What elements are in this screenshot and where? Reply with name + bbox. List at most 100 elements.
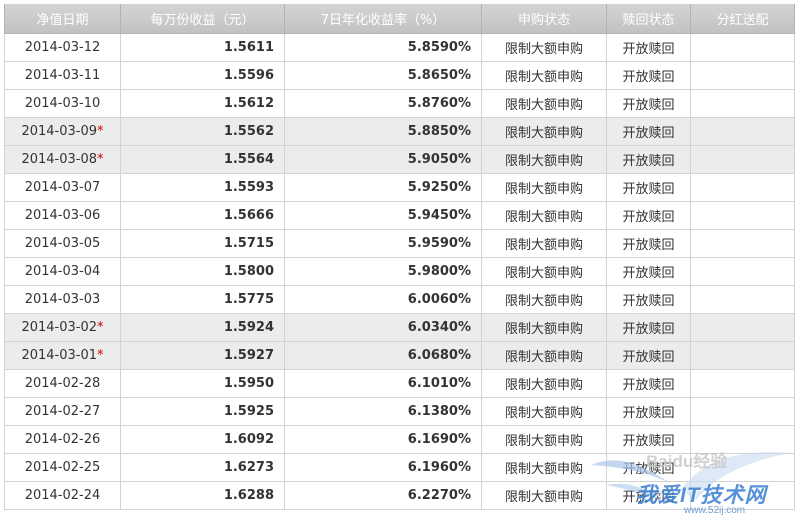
cell-date-text: 2014-03-01 xyxy=(21,348,98,363)
cell-7day-yield: 6.1010% xyxy=(284,369,482,398)
header-per-10k-income: 每万份收益（元） xyxy=(120,4,285,34)
cell-redemption-status: 开放赎回 xyxy=(606,369,691,398)
cell-per-10k-income: 1.5950 xyxy=(120,369,285,398)
cell-per-10k-income-text: 1.5596 xyxy=(223,68,274,83)
cell-dividend xyxy=(690,61,795,90)
cell-per-10k-income: 1.6092 xyxy=(120,425,285,454)
cell-redemption-status-text: 开放赎回 xyxy=(622,154,675,169)
cell-7day-yield-text: 5.8650% xyxy=(407,68,471,83)
cell-redemption-status-text: 开放赎回 xyxy=(622,294,675,309)
cell-7day-yield: 5.9590% xyxy=(284,229,482,258)
cell-subscription-status: 限制大额申购 xyxy=(481,369,607,398)
cell-subscription-status: 限制大额申购 xyxy=(481,257,607,286)
cell-7day-yield-text: 6.2270% xyxy=(407,488,471,503)
cell-dividend xyxy=(690,201,795,230)
cell-date-text: 2014-03-12 xyxy=(24,40,101,55)
cell-dividend xyxy=(690,453,795,482)
cell-subscription-status-text: 限制大额申购 xyxy=(504,210,583,225)
cell-redemption-status: 开放赎回 xyxy=(606,61,691,90)
cell-redemption-status: 开放赎回 xyxy=(606,229,691,258)
cell-dividend xyxy=(690,425,795,454)
cell-date: 2014-03-07 xyxy=(4,173,121,202)
cell-7day-yield: 6.0680% xyxy=(284,341,482,370)
header-subscription-status: 申购状态 xyxy=(481,4,607,34)
cell-redemption-status: 开放赎回 xyxy=(606,33,691,62)
cell-redemption-status-text: 开放赎回 xyxy=(622,378,675,393)
cell-redemption-status: 开放赎回 xyxy=(606,201,691,230)
cell-per-10k-income-text: 1.5925 xyxy=(223,404,274,419)
cell-7day-yield: 5.8850% xyxy=(284,117,482,146)
cell-dividend xyxy=(690,257,795,286)
table-row: 2014-02-24 1.6288 6.2270% 限制大额申购 开放赎回 xyxy=(4,481,795,510)
header-nav-date: 净值日期 xyxy=(4,4,121,34)
cell-date: 2014-03-02* xyxy=(4,313,121,342)
cell-per-10k-income: 1.5924 xyxy=(120,313,285,342)
table-row: 2014-02-26 1.6092 6.1690% 限制大额申购 开放赎回 xyxy=(4,425,795,454)
cell-per-10k-income-text: 1.6288 xyxy=(223,488,274,503)
cell-redemption-status: 开放赎回 xyxy=(606,145,691,174)
cell-per-10k-income: 1.5925 xyxy=(120,397,285,426)
cell-date: 2014-03-12 xyxy=(4,33,121,62)
table-row: 2014-03-02* 1.5924 6.0340% 限制大额申购 开放赎回 xyxy=(4,313,795,342)
cell-date: 2014-03-05 xyxy=(4,229,121,258)
cell-7day-yield-text: 5.9800% xyxy=(407,264,471,279)
header-dividend: 分红送配 xyxy=(690,4,795,34)
cell-date-text: 2014-03-10 xyxy=(24,96,101,111)
cell-subscription-status: 限制大额申购 xyxy=(481,61,607,90)
cell-dividend xyxy=(690,341,795,370)
table-row: 2014-03-09* 1.5562 5.8850% 限制大额申购 开放赎回 xyxy=(4,117,795,146)
cell-7day-yield-text: 6.0680% xyxy=(407,348,471,363)
cell-date: 2014-03-06 xyxy=(4,201,121,230)
cell-subscription-status: 限制大额申购 xyxy=(481,201,607,230)
table-body: 2014-03-12 1.5611 5.8590% 限制大额申购 开放赎回 2014-03… xyxy=(4,33,795,510)
cell-date: 2014-02-24 xyxy=(4,481,121,510)
table-row: 2014-03-04 1.5800 5.9800% 限制大额申购 开放赎回 xyxy=(4,257,795,286)
cell-dividend xyxy=(690,397,795,426)
cell-7day-yield-text: 6.0340% xyxy=(407,320,471,335)
table-row: 2014-03-06 1.5666 5.9450% 限制大额申购 开放赎回 xyxy=(4,201,795,230)
cell-redemption-status-text: 开放赎回 xyxy=(622,266,675,281)
cell-7day-yield: 5.8650% xyxy=(284,61,482,90)
cell-subscription-status: 限制大额申购 xyxy=(481,481,607,510)
cell-7day-yield: 5.9050% xyxy=(284,145,482,174)
cell-redemption-status: 开放赎回 xyxy=(606,117,691,146)
cell-7day-yield: 6.1960% xyxy=(284,453,482,482)
cell-date-text: 2014-03-05 xyxy=(24,236,101,251)
cell-date-text: 2014-02-26 xyxy=(24,432,101,447)
cell-date-text: 2014-03-06 xyxy=(24,208,101,223)
table-row: 2014-03-10 1.5612 5.8760% 限制大额申购 开放赎回 xyxy=(4,89,795,118)
cell-dividend xyxy=(690,229,795,258)
cell-per-10k-income-text: 1.6092 xyxy=(223,432,274,447)
cell-redemption-status: 开放赎回 xyxy=(606,453,691,482)
cell-redemption-status-text: 开放赎回 xyxy=(622,182,675,197)
table-row: 2014-03-11 1.5596 5.8650% 限制大额申购 开放赎回 xyxy=(4,61,795,90)
cell-7day-yield-text: 6.1380% xyxy=(407,404,471,419)
cell-per-10k-income-text: 1.5593 xyxy=(223,180,274,195)
cell-7day-yield-text: 6.1960% xyxy=(407,460,471,475)
cell-date: 2014-03-03 xyxy=(4,285,121,314)
cell-per-10k-income: 1.6273 xyxy=(120,453,285,482)
header-redemption-status: 赎回状态 xyxy=(606,4,691,34)
cell-per-10k-income-text: 1.5562 xyxy=(223,124,274,139)
cell-dividend xyxy=(690,285,795,314)
cell-7day-yield-text: 6.1010% xyxy=(407,376,471,391)
cell-date: 2014-02-25 xyxy=(4,453,121,482)
holiday-marker: * xyxy=(97,348,104,363)
cell-date-text: 2014-03-04 xyxy=(24,264,101,279)
cell-redemption-status: 开放赎回 xyxy=(606,313,691,342)
cell-date: 2014-02-26 xyxy=(4,425,121,454)
cell-subscription-status-text: 限制大额申购 xyxy=(504,434,583,449)
cell-subscription-status: 限制大额申购 xyxy=(481,33,607,62)
cell-7day-yield: 6.0060% xyxy=(284,285,482,314)
cell-subscription-status: 限制大额申购 xyxy=(481,89,607,118)
cell-redemption-status-text: 开放赎回 xyxy=(622,350,675,365)
table-row: 2014-02-27 1.5925 6.1380% 限制大额申购 开放赎回 xyxy=(4,397,795,426)
cell-redemption-status-text: 开放赎回 xyxy=(622,210,675,225)
cell-per-10k-income: 1.5611 xyxy=(120,33,285,62)
cell-7day-yield-text: 5.8760% xyxy=(407,96,471,111)
cell-per-10k-income: 1.5715 xyxy=(120,229,285,258)
cell-redemption-status: 开放赎回 xyxy=(606,425,691,454)
cell-subscription-status-text: 限制大额申购 xyxy=(504,406,583,421)
cell-7day-yield: 6.2270% xyxy=(284,481,482,510)
table-row: 2014-03-12 1.5611 5.8590% 限制大额申购 开放赎回 xyxy=(4,33,795,62)
